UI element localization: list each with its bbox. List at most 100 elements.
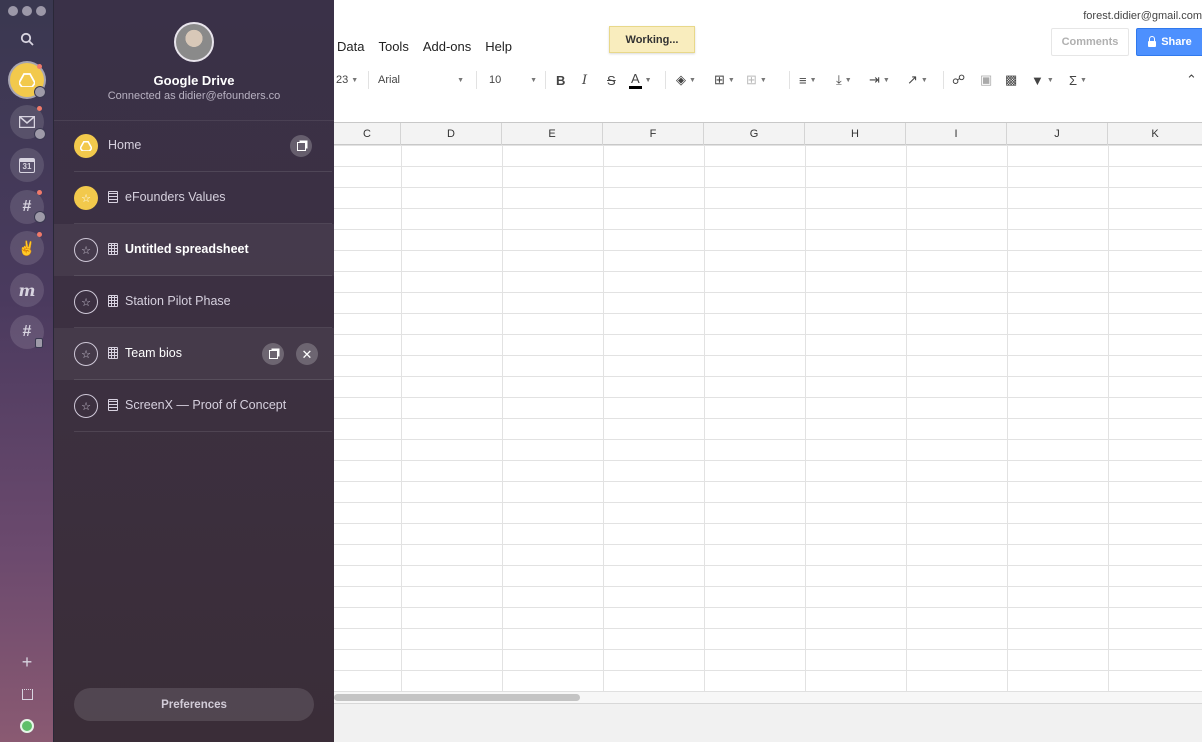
italic-button[interactable]: I xyxy=(582,64,587,96)
bold-button[interactable]: B xyxy=(556,64,565,96)
column-header-j[interactable]: J xyxy=(1007,123,1108,145)
window-close-button[interactable] xyxy=(8,6,18,16)
cell-grid[interactable] xyxy=(334,145,1202,691)
drive-item-screenx[interactable]: ☆ ScreenX — Proof of Concept xyxy=(54,380,334,432)
scrollbar-thumb[interactable] xyxy=(334,694,580,701)
chevron-down-icon: ▼ xyxy=(644,76,652,84)
text-color-button[interactable]: A ▼ xyxy=(629,64,652,96)
status-button[interactable] xyxy=(10,714,44,738)
chevron-up-icon: ⌃ xyxy=(1186,72,1197,87)
notification-dot xyxy=(37,190,42,195)
new-window-button[interactable] xyxy=(10,682,44,706)
merge-cells-button[interactable]: ⊞ ▼ xyxy=(746,64,767,96)
borders-button[interactable]: ⊞ ▼ xyxy=(714,64,735,96)
drive-item-home[interactable]: Home xyxy=(54,120,334,172)
column-header-c[interactable]: C xyxy=(334,123,401,145)
gmail-icon xyxy=(19,116,35,128)
column-header-k[interactable]: K xyxy=(1108,123,1202,145)
align-bottom-icon: ⤓ xyxy=(836,72,842,87)
drive-item-team-bios[interactable]: ☆ Team bios ✕ xyxy=(54,328,334,380)
horizontal-scrollbar[interactable] xyxy=(334,691,1202,703)
notification-dot xyxy=(37,232,42,237)
spreadsheet-icon xyxy=(108,295,118,307)
drive-item-untitled-spreadsheet[interactable]: ☆ Untitled spreadsheet xyxy=(54,224,334,276)
merge-icon: ⊞ xyxy=(746,72,757,87)
functions-button[interactable]: Σ ▼ xyxy=(1069,64,1087,96)
open-in-window-button[interactable] xyxy=(262,343,284,365)
number-format-label: 23 xyxy=(336,74,349,86)
remove-item-button[interactable]: ✕ xyxy=(296,343,318,365)
lock-badge xyxy=(35,338,43,348)
column-header-h[interactable]: H xyxy=(805,123,906,145)
chevron-down-icon: ▼ xyxy=(809,76,817,84)
filter-button[interactable]: ▼ ▼ xyxy=(1031,64,1054,96)
sheet-tabs-bar xyxy=(334,703,1202,742)
font-size-label: 10 xyxy=(489,74,502,86)
text-rotation-icon: ↗ xyxy=(907,72,918,87)
menu-help[interactable]: Help xyxy=(485,39,512,54)
chevron-down-icon: ▼ xyxy=(1046,76,1054,84)
add-icon: + xyxy=(21,651,33,672)
drive-item-station-pilot-phase[interactable]: ☆ Station Pilot Phase xyxy=(54,276,334,328)
add-app-button[interactable]: + xyxy=(10,650,44,674)
preferences-button[interactable]: Preferences xyxy=(74,688,314,721)
collapse-toolbar-button[interactable]: ⌃ xyxy=(1186,64,1197,96)
column-header-e[interactable]: E xyxy=(502,123,603,145)
chevron-down-icon: ▼ xyxy=(457,76,464,84)
chevron-down-icon: ▼ xyxy=(689,76,696,84)
star-icon[interactable]: ☆ xyxy=(74,186,98,210)
chevron-down-icon: ▼ xyxy=(727,76,735,84)
star-icon[interactable]: ☆ xyxy=(74,290,98,314)
item-label: Station Pilot Phase xyxy=(125,294,231,308)
column-header-i[interactable]: I xyxy=(906,123,1007,145)
spreadsheet-view: forest.didier@gmail.com Data Tools Add-o… xyxy=(334,0,1202,742)
font-size-dropdown[interactable]: 10 ▼ xyxy=(489,64,537,96)
chevron-down-icon: ▼ xyxy=(844,76,852,84)
horizontal-align-button[interactable]: ≡ ▼ xyxy=(799,64,817,96)
drive-item-efounders-values[interactable]: ☆ eFounders Values xyxy=(54,172,334,224)
star-icon[interactable]: ☆ xyxy=(74,342,98,366)
chevron-down-icon: ▼ xyxy=(351,76,359,84)
insert-link-button[interactable]: ☍ xyxy=(952,64,965,96)
font-family-dropdown[interactable]: Arial ▼ xyxy=(378,64,464,96)
menu-tools[interactable]: Tools xyxy=(378,39,408,54)
drive-icon xyxy=(74,134,98,158)
format-toolbar: 23 ▼ Arial ▼ 10 ▼ B I S A ▼ ◈ ▼ ⊞ ▼ ⊞ ▼ … xyxy=(334,64,1202,96)
text-wrap-button[interactable]: ⇥ ▼ xyxy=(869,64,890,96)
item-label: Team bios xyxy=(125,346,182,360)
toolbar-divider xyxy=(476,71,477,89)
menu-bar: Data Tools Add-ons Help xyxy=(337,39,512,54)
open-in-window-button[interactable] xyxy=(290,135,312,157)
avatar xyxy=(174,22,214,62)
strikethrough-button[interactable]: S xyxy=(607,64,616,96)
search-icon xyxy=(20,32,34,46)
column-gridline xyxy=(603,145,604,691)
chevron-down-icon: ▼ xyxy=(1080,76,1087,84)
menu-data[interactable]: Data xyxy=(337,39,364,54)
window-zoom-button[interactable] xyxy=(36,6,46,16)
column-header-g[interactable]: G xyxy=(704,123,805,145)
app-rail: 31 # ✌ m # + xyxy=(0,0,54,742)
rail-app-m[interactable]: m xyxy=(10,273,44,307)
number-format-dropdown[interactable]: 23 ▼ xyxy=(336,64,358,96)
column-gridline xyxy=(401,145,402,691)
vertical-align-button[interactable]: ⤓ ▼ xyxy=(836,64,852,96)
account-email[interactable]: forest.didier@gmail.com xyxy=(1083,10,1202,22)
column-gridline xyxy=(906,145,907,691)
toolbar-divider xyxy=(789,71,790,89)
comments-button[interactable]: Comments xyxy=(1051,28,1129,56)
column-header-f[interactable]: F xyxy=(603,123,704,145)
insert-comment-button[interactable]: ▣ xyxy=(980,64,992,96)
search-button[interactable] xyxy=(10,24,44,54)
text-rotation-button[interactable]: ↗ ▼ xyxy=(907,64,928,96)
insert-chart-button[interactable]: ▩ xyxy=(1005,64,1017,96)
star-icon[interactable]: ☆ xyxy=(74,238,98,262)
share-button[interactable]: Share xyxy=(1136,28,1202,56)
account-badge xyxy=(34,128,46,140)
fill-color-button[interactable]: ◈ ▼ xyxy=(676,64,696,96)
star-icon[interactable]: ☆ xyxy=(74,394,98,418)
column-header-d[interactable]: D xyxy=(401,123,502,145)
window-minimize-button[interactable] xyxy=(22,6,32,16)
rail-app-calendar[interactable]: 31 xyxy=(10,148,44,182)
menu-add-ons[interactable]: Add-ons xyxy=(423,39,471,54)
